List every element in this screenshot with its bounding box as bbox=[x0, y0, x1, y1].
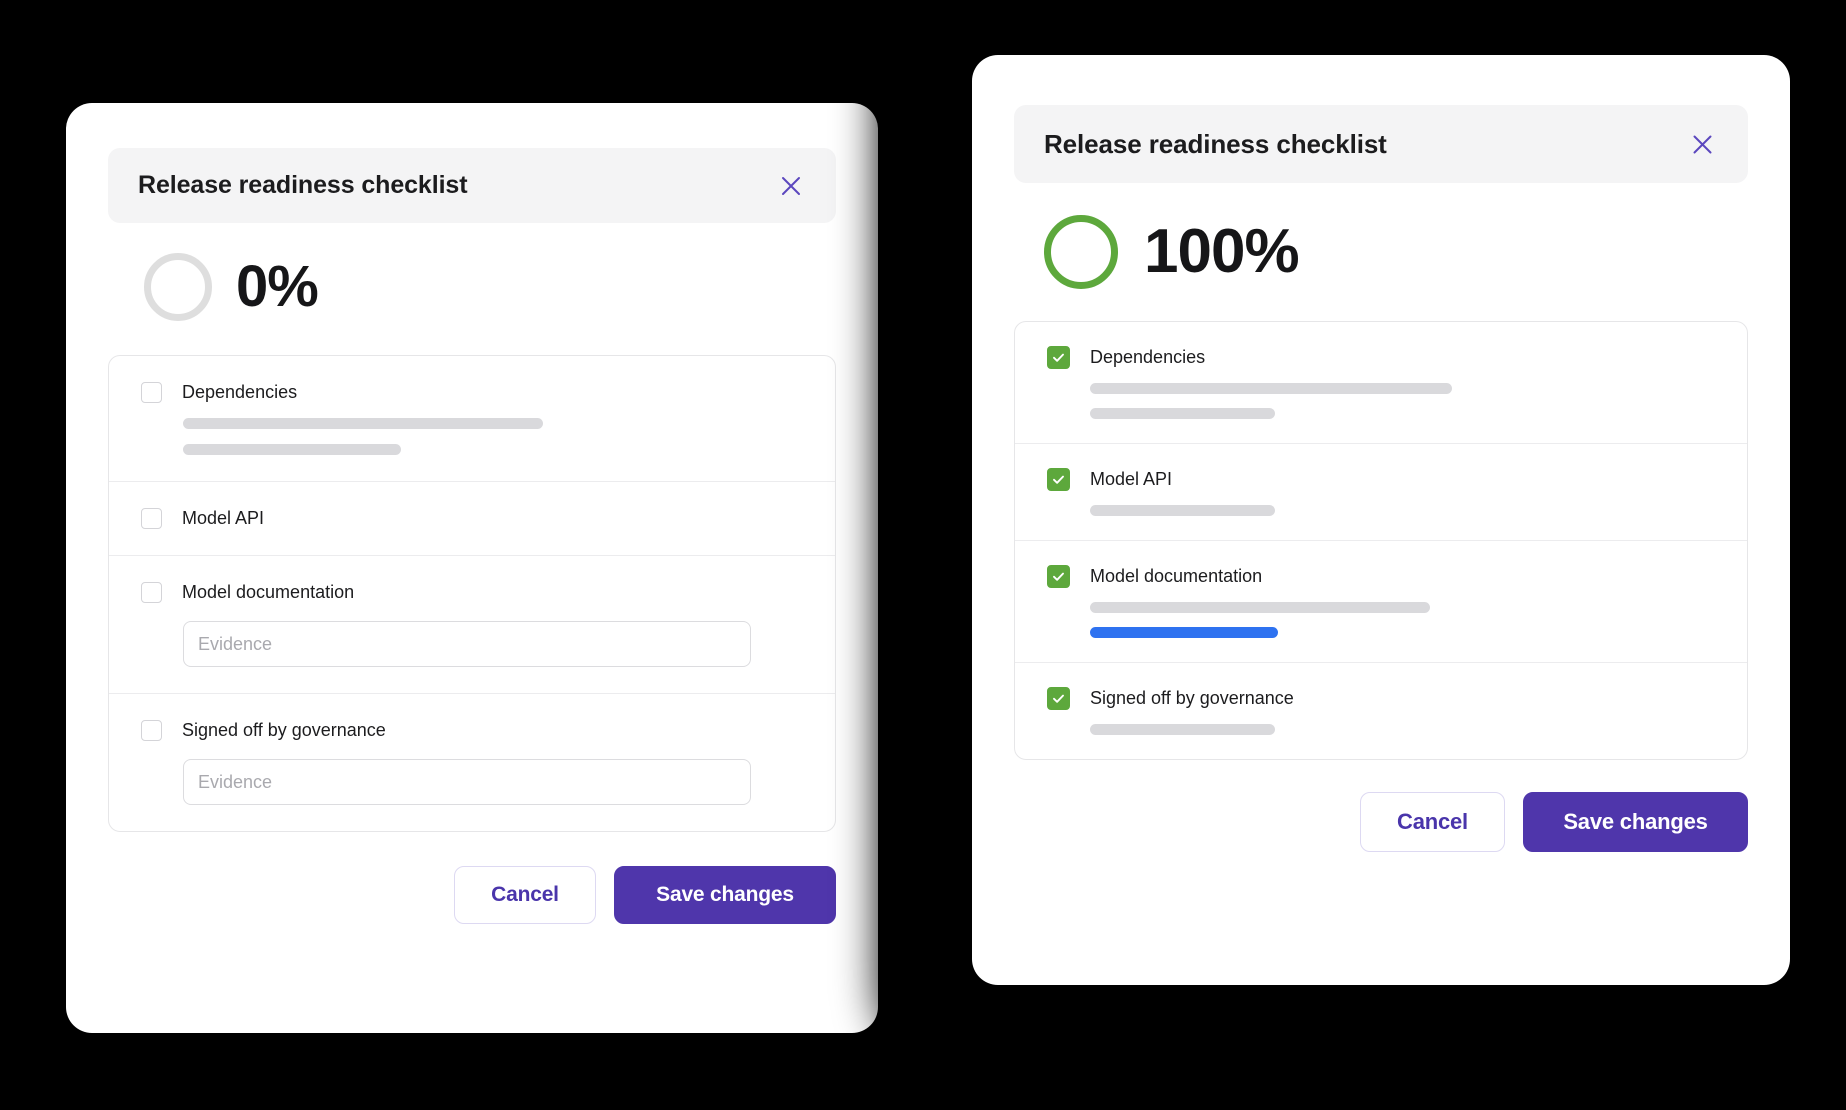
progress-summary: 100% bbox=[1044, 215, 1790, 289]
evidence-input[interactable] bbox=[183, 621, 751, 667]
progress-summary: 0% bbox=[144, 253, 878, 321]
checkbox-unchecked-icon[interactable] bbox=[141, 382, 162, 403]
skeleton-line bbox=[1090, 505, 1275, 516]
checklist-item-signed-off-by-governance[interactable]: Signed off by governance bbox=[109, 694, 835, 831]
checklist-item-head: Model documentation bbox=[1047, 565, 1717, 588]
dialog-title: Release readiness checklist bbox=[1044, 128, 1387, 159]
dialog-header: Release readiness checklist bbox=[1014, 105, 1748, 183]
checklist-item-dependencies[interactable]: Dependencies bbox=[1015, 322, 1747, 444]
dialog-footer: Cancel Save changes bbox=[972, 792, 1748, 852]
close-icon[interactable] bbox=[774, 169, 808, 203]
checklist-item-label: Dependencies bbox=[182, 382, 298, 402]
checklist-item-label: Dependencies bbox=[1090, 347, 1206, 367]
checklist-item-head: Model documentation bbox=[141, 582, 805, 603]
checkbox-unchecked-icon[interactable] bbox=[141, 720, 162, 741]
skeleton-line bbox=[1090, 724, 1275, 735]
close-icon[interactable] bbox=[1684, 126, 1720, 162]
skeleton-line bbox=[183, 418, 543, 429]
skeleton-line bbox=[1090, 408, 1275, 419]
save-changes-button[interactable]: Save changes bbox=[1523, 792, 1748, 852]
checklist-item-head: Dependencies bbox=[141, 382, 805, 403]
checklist-item-head: Signed off by governance bbox=[141, 720, 805, 741]
dialog-title: Release readiness checklist bbox=[138, 171, 468, 199]
checklist-item-label: Signed off by governance bbox=[182, 720, 386, 740]
dialog-header: Release readiness checklist bbox=[108, 148, 836, 223]
checklist-item-label: Signed off by governance bbox=[1090, 688, 1294, 708]
skeleton-line bbox=[1090, 602, 1430, 613]
checklist-item-model-documentation[interactable]: Model documentation bbox=[109, 556, 835, 694]
checklist: Dependencies Model API Model documentati… bbox=[1014, 321, 1748, 760]
checkbox-unchecked-icon[interactable] bbox=[141, 508, 162, 529]
checklist-item-head: Model API bbox=[141, 508, 805, 529]
checkbox-checked-icon[interactable] bbox=[1047, 687, 1070, 710]
dialog-footer: Cancel Save changes bbox=[66, 866, 836, 924]
skeleton-line bbox=[183, 444, 401, 455]
release-readiness-dialog-complete: Release readiness checklist 100% Depende… bbox=[972, 55, 1790, 985]
checkbox-checked-icon[interactable] bbox=[1047, 468, 1070, 491]
skeleton-line bbox=[1090, 383, 1452, 394]
checklist-item-signed-off-by-governance[interactable]: Signed off by governance bbox=[1015, 663, 1747, 759]
checklist-item-label: Model documentation bbox=[182, 582, 355, 602]
checkbox-unchecked-icon[interactable] bbox=[141, 582, 162, 603]
checklist-item-dependencies[interactable]: Dependencies bbox=[109, 356, 835, 482]
checklist-item-head: Dependencies bbox=[1047, 346, 1717, 369]
cancel-button[interactable]: Cancel bbox=[454, 866, 596, 924]
progress-ring bbox=[1044, 215, 1118, 289]
release-readiness-dialog-empty: Release readiness checklist 0% Dependenc… bbox=[66, 103, 878, 1033]
checklist-item-label: Model documentation bbox=[1090, 566, 1263, 586]
save-changes-button[interactable]: Save changes bbox=[614, 866, 836, 924]
checklist-item-model-documentation[interactable]: Model documentation bbox=[1015, 541, 1747, 663]
checklist-item-label: Model API bbox=[1090, 469, 1173, 489]
evidence-input[interactable] bbox=[183, 759, 751, 805]
progress-bar-fill bbox=[1090, 627, 1278, 638]
checkbox-checked-icon[interactable] bbox=[1047, 346, 1070, 369]
checklist-item-model-api[interactable]: Model API bbox=[1015, 444, 1747, 541]
checklist-item-model-api[interactable]: Model API bbox=[109, 482, 835, 556]
progress-percent-label: 100% bbox=[1144, 217, 1300, 286]
screenshot-stage: Release readiness checklist 0% Dependenc… bbox=[0, 0, 1846, 1110]
checkbox-checked-icon[interactable] bbox=[1047, 565, 1070, 588]
checklist: Dependencies Model API Model documentati… bbox=[108, 355, 836, 832]
progress-ring bbox=[144, 253, 212, 321]
cancel-button[interactable]: Cancel bbox=[1360, 792, 1505, 852]
progress-percent-label: 0% bbox=[236, 254, 319, 319]
checklist-item-label: Model API bbox=[182, 508, 265, 528]
checklist-item-head: Signed off by governance bbox=[1047, 687, 1717, 710]
checklist-item-head: Model API bbox=[1047, 468, 1717, 491]
